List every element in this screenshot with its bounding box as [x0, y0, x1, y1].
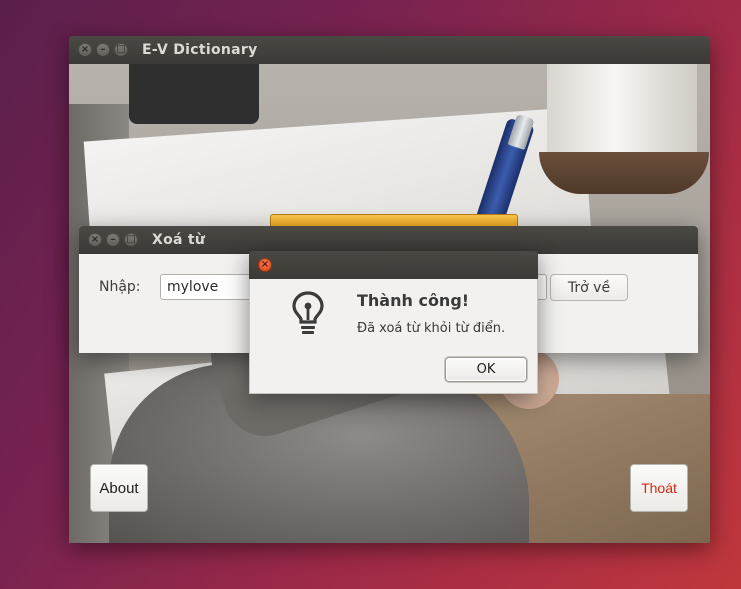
back-button[interactable]: Trở về: [550, 274, 628, 301]
close-icon[interactable]: ×: [78, 43, 92, 57]
main-titlebar[interactable]: × – □ E-V Dictionary: [69, 36, 710, 64]
message-text: Đã xoá từ khỏi từ điển.: [357, 321, 506, 336]
close-icon[interactable]: ×: [258, 258, 272, 272]
lightbulb-icon: [292, 291, 324, 334]
photo-dark-object: [129, 64, 259, 124]
close-icon[interactable]: ×: [88, 233, 102, 247]
message-dialog: × Thành công! Đã xoá từ khỏi từ điển. OK: [249, 251, 538, 394]
maximize-icon[interactable]: □: [114, 43, 128, 57]
photo-mug-base: [539, 152, 709, 194]
delete-window-title: Xoá từ: [152, 232, 206, 248]
message-body: Thành công! Đã xoá từ khỏi từ điển. OK: [249, 279, 538, 394]
message-title: Thành công!: [357, 291, 470, 310]
minimize-icon[interactable]: –: [96, 43, 110, 57]
delete-titlebar[interactable]: × – □ Xoá từ: [79, 226, 698, 254]
exit-button[interactable]: Thoát: [630, 464, 688, 512]
main-window-title: E-V Dictionary: [142, 42, 258, 58]
about-button[interactable]: About: [90, 464, 148, 512]
word-input-label: Nhập:: [99, 279, 141, 295]
message-titlebar[interactable]: ×: [249, 251, 538, 279]
word-input[interactable]: [160, 274, 260, 300]
word-input-end[interactable]: [537, 274, 547, 300]
minimize-icon[interactable]: –: [106, 233, 120, 247]
maximize-icon[interactable]: □: [124, 233, 138, 247]
ok-button[interactable]: OK: [445, 357, 527, 382]
